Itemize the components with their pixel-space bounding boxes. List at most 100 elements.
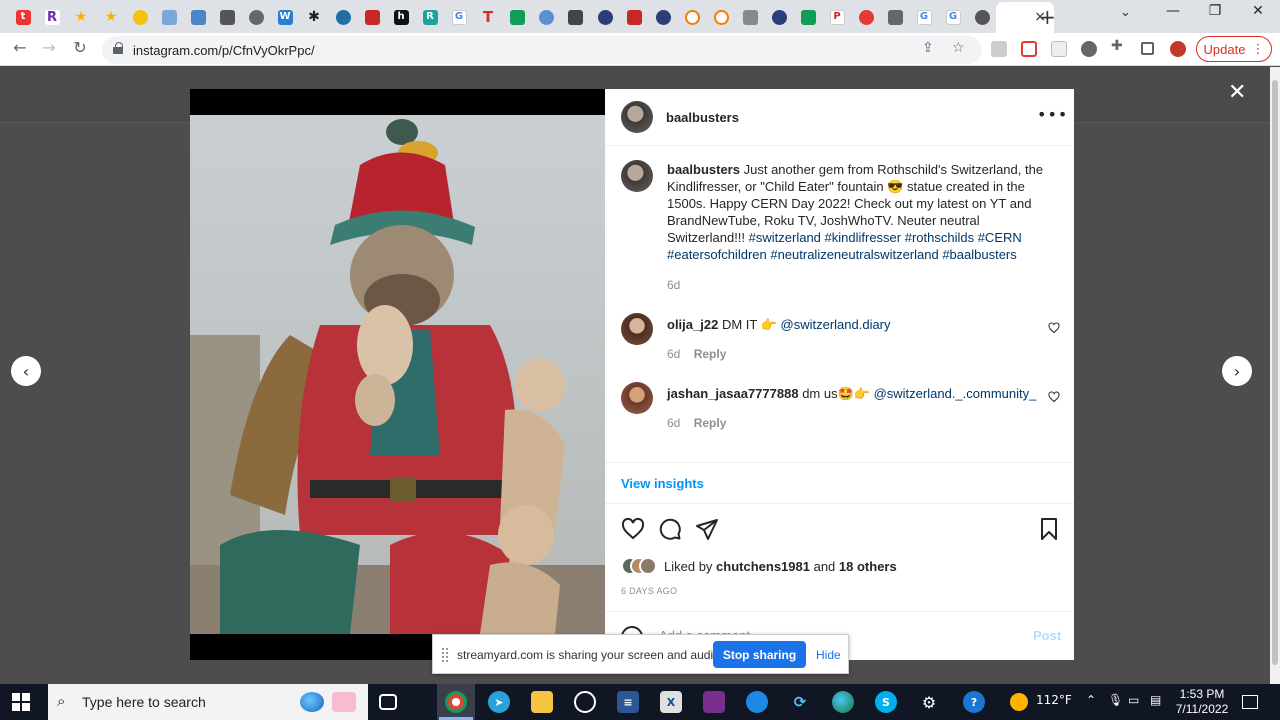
save-bookmark-icon[interactable]	[1037, 517, 1061, 541]
tab[interactable]	[795, 5, 821, 29]
tab[interactable]: ✱	[301, 5, 327, 29]
forward-icon[interactable]: →	[38, 38, 60, 60]
new-tab-button[interactable]: +	[1039, 5, 1056, 29]
settings-gear-icon[interactable]: ⚙	[918, 691, 940, 713]
tab[interactable]	[359, 5, 385, 29]
comment-mention[interactable]: @switzerland.diary	[781, 317, 891, 332]
tab[interactable]: h	[388, 5, 414, 29]
tab[interactable]	[533, 5, 559, 29]
tab[interactable]: ★	[98, 5, 124, 29]
tab[interactable]: ★	[68, 5, 94, 29]
extension-icon[interactable]	[1081, 41, 1097, 57]
scrollbar-thumb[interactable]	[1272, 80, 1278, 665]
tab[interactable]: P	[824, 5, 850, 29]
like-heart-icon[interactable]	[621, 517, 645, 541]
extension-icon[interactable]	[1051, 41, 1067, 57]
caption-username[interactable]: baalbusters	[667, 162, 740, 177]
tab[interactable]	[679, 5, 705, 29]
tab[interactable]	[708, 5, 734, 29]
view-insights-link[interactable]: View insights	[621, 476, 704, 491]
side-panel-icon[interactable]	[1141, 42, 1154, 55]
like-comment-heart-icon[interactable]	[1048, 322, 1060, 334]
comment-bubble-icon[interactable]	[658, 517, 682, 541]
more-options-icon[interactable]: •••	[1037, 105, 1068, 124]
tab[interactable]	[127, 5, 153, 29]
liked-user[interactable]: chutchens1981	[716, 559, 810, 574]
extension-icon[interactable]	[991, 41, 1007, 57]
caption-time[interactable]: 6d	[667, 278, 680, 292]
system-clock[interactable]: 1:53 PM 7/11/2022	[1170, 687, 1234, 717]
tab[interactable]: t	[10, 5, 36, 29]
taskbar-search-input[interactable]: Type here to search	[82, 694, 206, 710]
tab[interactable]: T	[475, 5, 501, 29]
post-photo[interactable]	[190, 115, 605, 634]
tab[interactable]: G	[940, 5, 966, 29]
share-paper-plane-icon[interactable]	[695, 517, 719, 541]
next-post-button[interactable]: ›	[1222, 356, 1252, 386]
post-comment-button[interactable]: Post	[1033, 628, 1061, 643]
tab[interactable]: R	[417, 5, 443, 29]
url-text[interactable]: instagram.com/p/CfnVyOkrPpc/	[133, 43, 315, 58]
comment-time[interactable]: 6d	[667, 347, 680, 361]
windows-start-icon[interactable]	[12, 693, 30, 711]
skype-icon[interactable]: S	[875, 691, 897, 713]
tab[interactable]	[650, 5, 676, 29]
liked-others[interactable]: 18 others	[839, 559, 897, 574]
chevron-down-icon[interactable]: ⌄	[1120, 5, 1131, 20]
tab[interactable]: G	[446, 5, 472, 29]
comment-time[interactable]: 6d	[667, 416, 680, 430]
tab[interactable]	[504, 5, 530, 29]
tab[interactable]	[737, 5, 763, 29]
tab[interactable]: R	[39, 5, 65, 29]
profile-avatar[interactable]	[1170, 41, 1186, 57]
app-icon[interactable]	[574, 691, 596, 713]
previous-post-button[interactable]: ‹	[11, 356, 41, 386]
tab[interactable]	[156, 5, 182, 29]
tab[interactable]	[969, 5, 995, 29]
sync-icon[interactable]: ⟳	[789, 691, 811, 713]
close-icon[interactable]: ✕	[1228, 80, 1246, 105]
help-icon[interactable]: ?	[963, 691, 985, 713]
hide-banner-button[interactable]: Hide	[816, 648, 841, 662]
tab[interactable]	[882, 5, 908, 29]
address-bar[interactable]: instagram.com/p/CfnVyOkrPpc/ ⇪ ☆	[102, 36, 982, 64]
messenger-icon[interactable]	[746, 691, 768, 713]
drag-handle-icon[interactable]	[442, 648, 448, 662]
tab[interactable]	[853, 5, 879, 29]
chrome-icon[interactable]	[445, 691, 467, 713]
post-username[interactable]: baalbusters	[666, 110, 739, 125]
app-icon[interactable]	[703, 691, 725, 713]
reply-button[interactable]: Reply	[694, 416, 727, 430]
tab[interactable]	[330, 5, 356, 29]
network-icon[interactable]: ▤	[1150, 693, 1161, 707]
file-explorer-icon[interactable]	[531, 691, 553, 713]
minimize-icon[interactable]: —	[1158, 3, 1188, 19]
comment-avatar[interactable]	[621, 313, 653, 345]
restore-icon[interactable]: ❐	[1200, 3, 1230, 19]
tab[interactable]	[562, 5, 588, 29]
app-icon[interactable]: X	[660, 691, 682, 713]
reply-button[interactable]: Reply	[694, 347, 727, 361]
tab[interactable]	[766, 5, 792, 29]
telegram-icon[interactable]: ➤	[488, 691, 510, 713]
tab[interactable]: W	[272, 5, 298, 29]
chevron-up-icon[interactable]: ⌃	[1086, 693, 1096, 707]
reload-icon[interactable]: ↻	[69, 38, 91, 60]
tab[interactable]	[621, 5, 647, 29]
caption-avatar[interactable]	[621, 160, 653, 192]
puzzle-icon[interactable]: ✚	[1111, 38, 1127, 54]
bookmark-star-icon[interactable]: ☆	[952, 40, 965, 56]
document-icon[interactable]: ≡	[617, 691, 639, 713]
notifications-icon[interactable]	[1242, 695, 1258, 709]
avatar[interactable]	[621, 101, 653, 133]
close-window-icon[interactable]: ✕	[1243, 3, 1273, 19]
post-date[interactable]: 6 DAYS AGO	[621, 586, 677, 596]
tab[interactable]	[185, 5, 211, 29]
taskbar-search[interactable]: ⌕ Type here to search	[48, 684, 368, 720]
like-comment-heart-icon[interactable]	[1048, 391, 1060, 403]
microphone-icon[interactable]: 🎙	[1108, 693, 1123, 707]
back-icon[interactable]: ←	[9, 38, 31, 60]
task-view-icon[interactable]	[379, 694, 397, 710]
comment-username[interactable]: jashan_jasaa7777888	[667, 386, 799, 401]
comment-mention[interactable]: @switzerland._.community_	[874, 386, 1037, 401]
